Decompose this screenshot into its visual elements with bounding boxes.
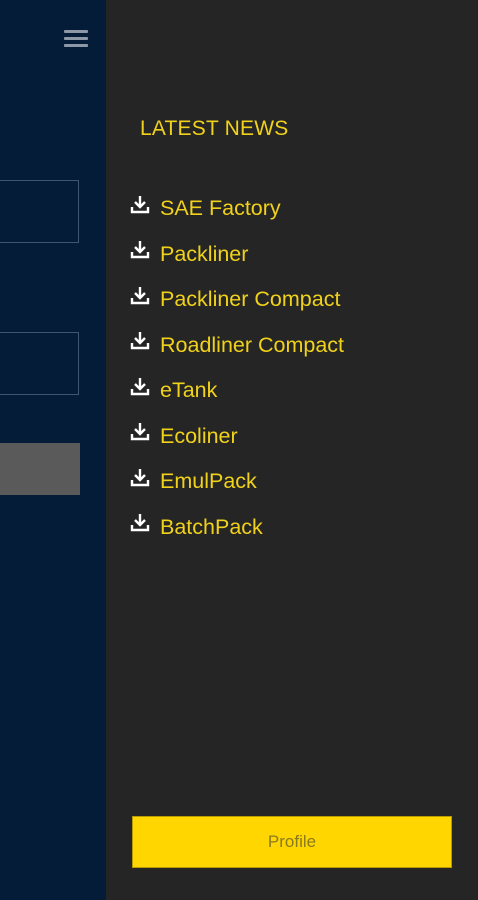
download-icon: [130, 195, 150, 213]
news-item-emulpack[interactable]: EmulPack: [130, 459, 344, 505]
news-item-ecoliner[interactable]: Ecoliner: [130, 414, 344, 460]
download-icon: [130, 377, 150, 395]
input-field-1[interactable]: [0, 180, 79, 243]
news-item-sae-factory[interactable]: SAE Factory: [130, 186, 344, 232]
input-field-2[interactable]: [0, 332, 79, 395]
news-item-label: SAE Factory: [160, 196, 281, 221]
download-icon: [130, 468, 150, 486]
download-icon: [130, 286, 150, 304]
submit-button[interactable]: [0, 443, 80, 495]
news-list: SAE Factory Packliner Packliner Compact …: [130, 186, 344, 550]
profile-button[interactable]: Profile: [132, 816, 452, 868]
download-icon: [130, 423, 150, 441]
news-item-label: Ecoliner: [160, 423, 238, 448]
download-icon: [130, 241, 150, 259]
news-item-packliner-compact[interactable]: Packliner Compact: [130, 277, 344, 323]
download-icon: [130, 332, 150, 350]
news-item-label: Packliner: [160, 241, 249, 266]
news-item-etank[interactable]: eTank: [130, 368, 344, 414]
news-item-label: EmulPack: [160, 469, 257, 494]
news-item-roadliner-compact[interactable]: Roadliner Compact: [130, 323, 344, 369]
news-item-packliner[interactable]: Packliner: [130, 232, 344, 278]
news-item-label: Roadliner Compact: [160, 332, 345, 357]
news-item-batchpack[interactable]: BatchPack: [130, 505, 344, 551]
hamburger-menu-icon[interactable]: [64, 28, 90, 48]
download-icon: [130, 514, 150, 532]
news-item-label: eTank: [160, 378, 218, 403]
background-screen: [0, 0, 106, 900]
news-item-label: Packliner Compact: [160, 287, 341, 312]
news-item-label: BatchPack: [160, 514, 263, 539]
latest-news-title: LATEST NEWS: [140, 117, 289, 140]
